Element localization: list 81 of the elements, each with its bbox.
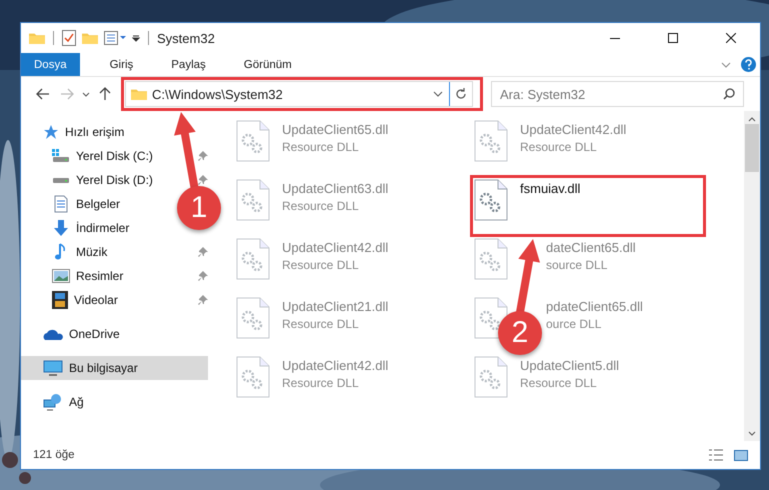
file-type: Resource DLL — [282, 376, 360, 390]
refresh-icon — [455, 88, 467, 100]
file-type: source DLL — [546, 258, 608, 272]
file-icon — [236, 297, 270, 339]
document-icon — [52, 195, 70, 213]
file-name[interactable]: pdateClient65.dll — [546, 299, 643, 314]
sidebar-item[interactable]: Videolar — [21, 288, 124, 312]
file-type: Resource DLL — [282, 258, 360, 272]
sidebar-item[interactable]: Müzik — [21, 240, 114, 264]
search-field[interactable]: Ara: System32 — [491, 81, 744, 107]
sidebar-item[interactable]: Ağ — [21, 390, 90, 414]
sidebar-item[interactable]: Hızlı erişim — [21, 120, 130, 144]
sidebar-item[interactable]: Yerel Disk (D:) — [21, 168, 159, 192]
file-name[interactable]: UpdateClient42.dll — [520, 122, 626, 137]
checklist-icon — [62, 30, 76, 46]
sidebar-item[interactable]: Belgeler — [21, 192, 126, 216]
ribbon-tab[interactable]: Paylaş — [155, 53, 222, 76]
folder-icon — [29, 32, 45, 44]
star-icon — [43, 124, 59, 140]
sidebar-item[interactable]: OneDrive — [21, 322, 126, 346]
file-icon — [236, 238, 270, 280]
file-name[interactable]: UpdateClient5.dll — [520, 358, 620, 373]
file-name[interactable]: dateClient65.dll — [546, 240, 636, 255]
up-arrow-icon — [99, 87, 111, 101]
sidebar-item[interactable]: Bu bilgisayar — [21, 356, 208, 380]
address-bar[interactable]: C:\Windows\System32 — [125, 81, 473, 107]
address-path: C:\Windows\System32 — [152, 86, 284, 102]
file-name[interactable]: UpdateClient63.dll — [282, 181, 388, 196]
caret-icon — [82, 92, 90, 96]
file-icon — [236, 120, 270, 162]
help-icon — [741, 57, 756, 72]
drive-icon — [53, 178, 69, 182]
scrollbar[interactable] — [744, 111, 760, 441]
file-name[interactable]: UpdateClient21.dll — [282, 299, 388, 314]
file-icon — [474, 120, 508, 162]
search-icon — [723, 88, 735, 100]
ribbon-tab[interactable]: Görünüm — [228, 53, 308, 76]
properties-icon — [104, 31, 126, 45]
maximize-icon — [668, 33, 678, 43]
sidebar-item[interactable]: İndirmeler — [21, 216, 136, 240]
forward-arrow-icon — [60, 88, 74, 100]
file-type: Resource DLL — [520, 376, 598, 390]
file-icon — [474, 238, 508, 280]
close-icon — [726, 33, 736, 43]
ribbon-tab[interactable]: Dosya — [21, 53, 80, 76]
folder-icon — [131, 88, 147, 100]
scroll-thumb[interactable] — [745, 124, 759, 172]
scroll-up-icon — [748, 116, 756, 122]
ribbon-tab[interactable]: Giriş — [94, 53, 150, 76]
file-type: Resource DLL — [520, 140, 598, 154]
item-count: 121 öğe — [33, 449, 76, 461]
file-icon — [474, 356, 508, 398]
caret-icon — [132, 34, 140, 42]
folder-icon — [82, 32, 98, 44]
file-type: Resource DLL — [282, 199, 360, 213]
thumbnail-view-icon — [734, 450, 748, 460]
window-title: System32 — [157, 30, 216, 46]
image-icon — [52, 269, 70, 283]
sidebar-item[interactable]: Resimler — [21, 264, 130, 288]
network-icon — [43, 393, 63, 411]
cloud-icon — [43, 328, 63, 340]
file-type: Resource DLL — [282, 140, 360, 154]
scroll-down-icon — [748, 431, 756, 437]
details-view-icon — [708, 449, 724, 461]
file-icon — [236, 356, 270, 398]
sidebar-item[interactable]: Yerel Disk (C:) — [21, 144, 159, 168]
file-name[interactable]: UpdateClient65.dll — [282, 122, 388, 137]
file-name[interactable]: fsmuiav.dll — [520, 181, 580, 196]
file-type: ource DLL — [546, 317, 602, 331]
chevron-down-icon — [433, 91, 443, 97]
chevron-down-icon — [721, 62, 731, 68]
file-icon — [474, 179, 508, 221]
drive-icon — [52, 149, 70, 163]
file-type: Resource DLL — [282, 317, 360, 331]
file-icon — [236, 179, 270, 221]
back-arrow-icon — [36, 88, 50, 100]
monitor-icon — [43, 360, 63, 376]
download-icon — [52, 219, 70, 237]
file-name[interactable]: UpdateClient42.dll — [282, 240, 388, 255]
film-icon — [52, 291, 68, 309]
file-name[interactable]: UpdateClient42.dll — [282, 358, 388, 373]
